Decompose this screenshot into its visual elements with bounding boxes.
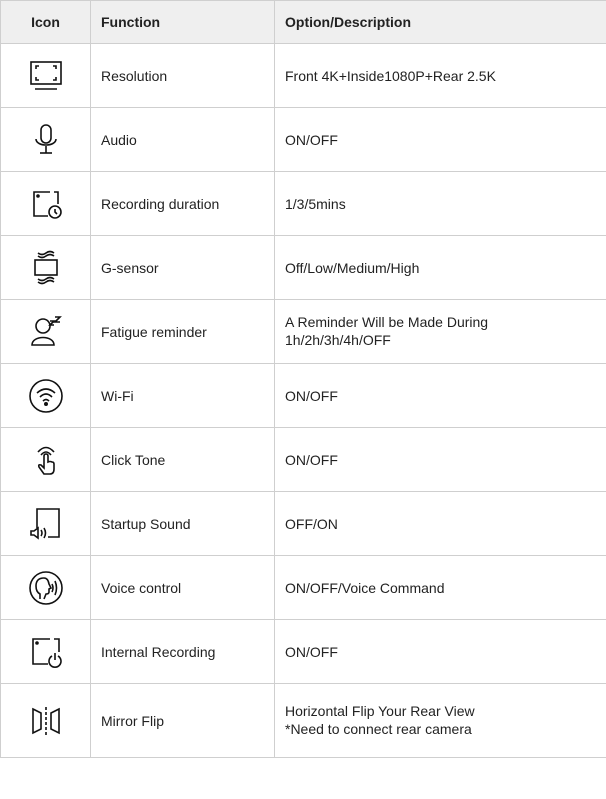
function-label: Startup Sound (90, 491, 275, 556)
table-row: Audio ON/OFF (0, 107, 606, 172)
function-label: Fatigue reminder (90, 299, 275, 364)
description-text: Front 4K+Inside1080P+Rear 2.5K (274, 43, 606, 108)
function-label: Click Tone (90, 427, 275, 492)
settings-table: Icon Function Option/Description Resolut… (0, 0, 606, 758)
touch-hand-icon (26, 440, 66, 480)
function-label: Audio (90, 107, 275, 172)
g-sensor-icon (26, 248, 66, 288)
mirror-flip-icon (26, 701, 66, 741)
function-label: Wi-Fi (90, 363, 275, 428)
function-label: Resolution (90, 43, 275, 108)
sleeping-person-icon (26, 312, 66, 352)
speaker-frame-icon (26, 504, 66, 544)
table-row: Fatigue reminder A Reminder Will be Made… (0, 299, 606, 364)
camera-clock-icon (26, 184, 66, 224)
description-text: ON/OFF (274, 427, 606, 492)
description-text: 1/3/5mins (274, 171, 606, 236)
function-label: Voice control (90, 555, 275, 620)
table-row: Recording duration 1/3/5mins (0, 171, 606, 236)
description-text: A Reminder Will be Made During 1h/2h/3h/… (274, 299, 606, 364)
description-text: Horizontal Flip Your Rear View *Need to … (274, 683, 606, 758)
table-row: G-sensor Off/Low/Medium/High (0, 235, 606, 300)
description-text: ON/OFF (274, 619, 606, 684)
voice-face-icon (26, 568, 66, 608)
header-icon: Icon (0, 0, 91, 44)
function-label: Recording duration (90, 171, 275, 236)
description-text: ON/OFF (274, 363, 606, 428)
microphone-icon (26, 120, 66, 160)
description-text: ON/OFF (274, 107, 606, 172)
description-text: OFF/ON (274, 491, 606, 556)
table-row: Resolution Front 4K+Inside1080P+Rear 2.5… (0, 43, 606, 108)
wifi-icon (26, 376, 66, 416)
table-row: Internal Recording ON/OFF (0, 619, 606, 684)
description-text: ON/OFF/Voice Command (274, 555, 606, 620)
table-row: Click Tone ON/OFF (0, 427, 606, 492)
table-header-row: Icon Function Option/Description (0, 0, 606, 44)
table-row: Mirror Flip Horizontal Flip Your Rear Vi… (0, 683, 606, 758)
camera-power-icon (26, 632, 66, 672)
table-row: Startup Sound OFF/ON (0, 491, 606, 556)
header-description: Option/Description (274, 0, 606, 44)
function-label: Mirror Flip (90, 683, 275, 758)
function-label: G-sensor (90, 235, 275, 300)
table-row: Wi-Fi ON/OFF (0, 363, 606, 428)
resolution-frame-icon (26, 56, 66, 96)
table-row: Voice control ON/OFF/Voice Command (0, 555, 606, 620)
description-text: Off/Low/Medium/High (274, 235, 606, 300)
function-label: Internal Recording (90, 619, 275, 684)
header-function: Function (90, 0, 275, 44)
